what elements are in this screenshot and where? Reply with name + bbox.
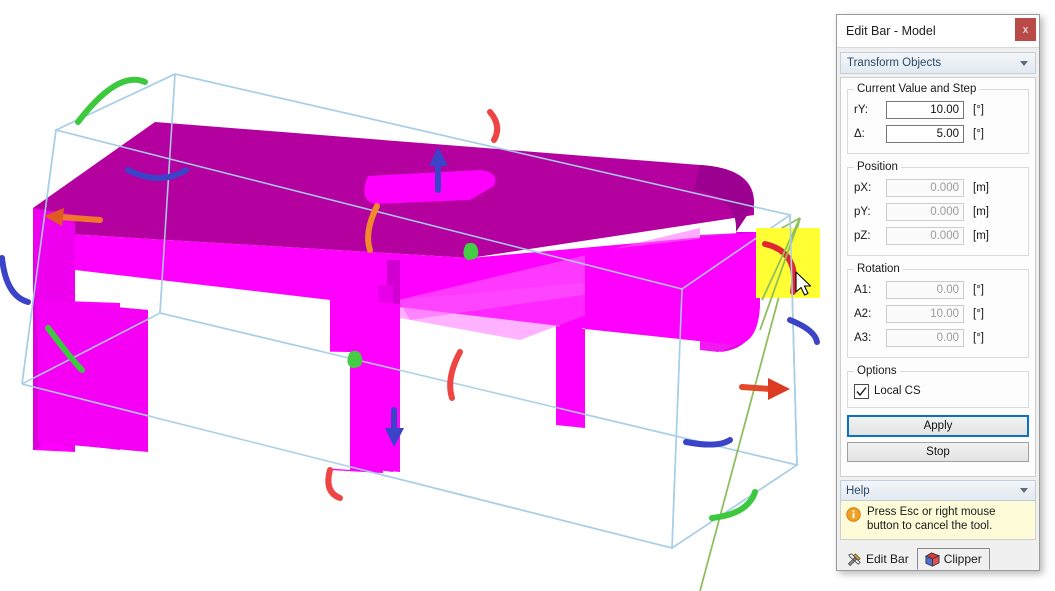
help-section-header[interactable]: Help [840, 480, 1036, 501]
3d-viewport[interactable] [0, 0, 838, 591]
transform-objects-panel: Current Value and Step rY: [°] Δ: [°] Po… [840, 77, 1036, 477]
rotation-group: Rotation A1: [°] A2: [°] A3: [°] [847, 263, 1029, 358]
local-cs-row[interactable]: Local CS [854, 381, 1022, 401]
a2-input [886, 305, 964, 323]
field-row-px: pX: [m] [854, 177, 1022, 199]
model-undercut-left [120, 348, 350, 470]
a1-input [886, 281, 964, 299]
help-label: Help [846, 484, 870, 497]
rotation-legend: Rotation [857, 263, 900, 275]
tab-edit-bar[interactable]: Edit Bar [839, 548, 917, 570]
node-green-1 [463, 242, 479, 260]
model-front-lower-left [38, 300, 148, 452]
local-cs-label[interactable]: Local CS [874, 385, 921, 397]
info-icon [846, 507, 861, 522]
3d-scene[interactable] [0, 0, 838, 591]
px-unit: [m] [973, 182, 989, 194]
tab-clipper-label: Clipper [943, 552, 982, 566]
tab-clipper[interactable]: Clipper [916, 548, 990, 570]
pz-label: pZ: [854, 230, 871, 242]
dialog-titlebar[interactable]: Edit Bar - Model x [837, 15, 1039, 48]
a2-unit: [°] [973, 308, 984, 320]
pz-unit: [m] [973, 230, 989, 242]
bottom-tabstrip[interactable]: Edit Bar Clipper [839, 544, 1039, 570]
a1-unit: [°] [973, 284, 984, 296]
arc-blue-right-low [683, 437, 733, 448]
current-value-and-step-group: Current Value and Step rY: [°] Δ: [°] [847, 83, 1029, 154]
field-row-py: pY: [m] [854, 201, 1022, 223]
stop-button[interactable]: Stop [847, 442, 1029, 462]
transform-objects-section-header[interactable]: Transform Objects [840, 52, 1036, 74]
delta-unit: [°] [973, 128, 984, 140]
a3-input [886, 329, 964, 347]
options-legend: Options [857, 365, 897, 377]
py-label: pY: [854, 206, 871, 218]
px-input [886, 179, 964, 197]
local-cs-checkbox[interactable] [854, 383, 869, 399]
py-input [886, 203, 964, 221]
dialog-title: Edit Bar - Model [846, 24, 936, 38]
help-message: Press Esc or right mouse button to cance… [867, 506, 996, 532]
edit-bar-dialog[interactable]: Edit Bar - Model x Transform Objects Cur… [836, 14, 1040, 571]
a3-label: A3: [854, 332, 872, 344]
close-icon[interactable]: x [1015, 18, 1036, 41]
options-group: Options Local CS [847, 365, 1029, 408]
position-legend: Position [857, 161, 898, 173]
a2-label: A2: [854, 308, 872, 320]
px-label: pX: [854, 182, 872, 194]
py-unit: [m] [973, 206, 989, 218]
pz-input [886, 227, 964, 245]
position-group: Position pX: [m] pY: [m] pZ: [m] [847, 161, 1029, 256]
arc-red-top [487, 109, 501, 143]
arc-blue-left [0, 255, 31, 305]
field-row-ry: rY: [°] [854, 99, 1022, 121]
field-row-a3: A3: [°] [854, 327, 1022, 349]
model-leg-center [352, 300, 400, 472]
a1-label: A1: [854, 284, 872, 296]
field-row-a1: A1: [°] [854, 279, 1022, 301]
arrow-red-right [739, 378, 790, 400]
ry-unit: [°] [973, 104, 984, 116]
field-row-delta: Δ: [°] [854, 123, 1022, 145]
check-icon [856, 386, 867, 396]
field-row-pz: pZ: [m] [854, 225, 1022, 247]
field-row-a2: A2: [°] [854, 303, 1022, 325]
delta-label: Δ: [854, 128, 865, 140]
apply-button[interactable]: Apply [847, 415, 1029, 437]
chevron-down-icon[interactable] [1020, 488, 1028, 493]
a3-unit: [°] [973, 332, 984, 344]
node-green-2 [347, 350, 363, 368]
arc-green-bottom [709, 489, 758, 521]
arc-red-bottom [325, 467, 343, 501]
chevron-down-icon[interactable] [1020, 61, 1028, 66]
tools-icon [847, 552, 861, 566]
delta-input[interactable] [886, 125, 964, 143]
model-undercut-right [400, 352, 556, 470]
transform-objects-label: Transform Objects [847, 57, 942, 69]
tab-edit-bar-label: Edit Bar [866, 552, 909, 566]
ry-input[interactable] [886, 101, 964, 119]
current-value-and-step-legend: Current Value and Step [857, 83, 977, 95]
ry-label: rY: [854, 104, 869, 116]
help-message-box: Press Esc or right mouse button to cance… [840, 501, 1036, 540]
cube-icon [924, 552, 940, 567]
